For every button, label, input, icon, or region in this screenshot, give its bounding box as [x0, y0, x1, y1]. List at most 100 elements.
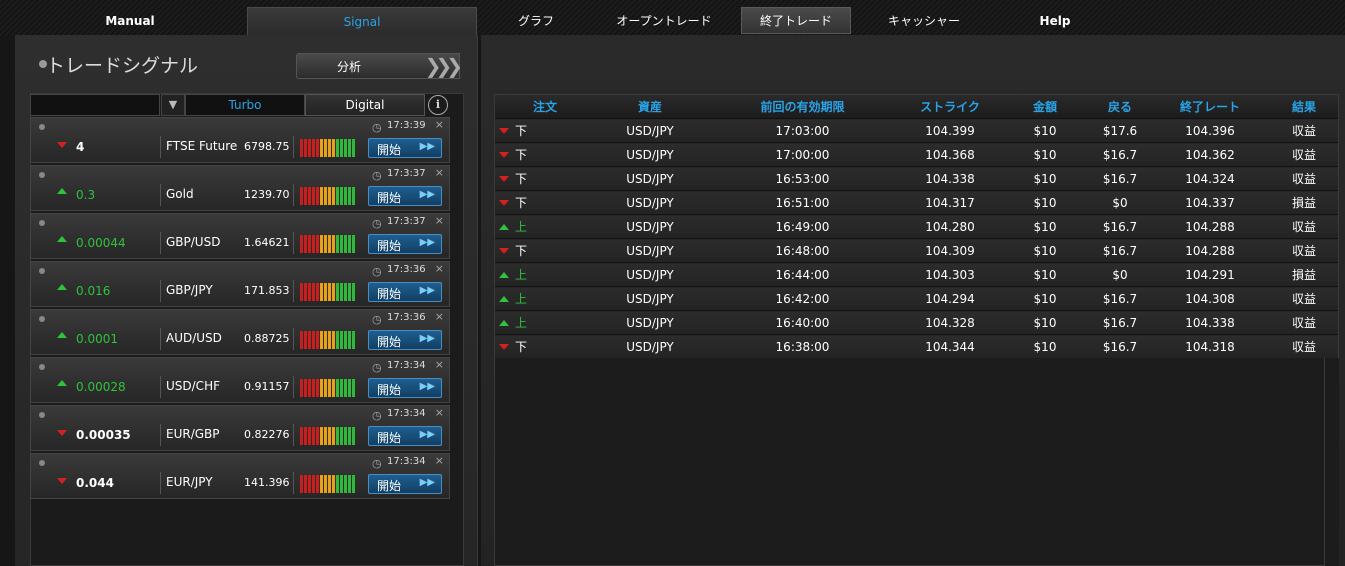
strength-bar — [348, 331, 351, 349]
clock-icon: ◷ — [372, 409, 382, 422]
close-icon[interactable]: × — [435, 214, 444, 227]
tab-turbo[interactable]: Turbo — [185, 94, 305, 116]
start-button[interactable]: 開始 ▶▶ — [368, 330, 442, 350]
cell-return: $0 — [1090, 262, 1150, 287]
caret-down-icon[interactable]: ▼ — [161, 94, 185, 116]
strength-bar — [324, 187, 327, 205]
strength-bar — [328, 235, 331, 253]
strength-bar — [332, 475, 335, 493]
strength-bar — [308, 283, 311, 301]
strength-bar — [304, 427, 307, 445]
signal-time: 17:3:36 — [387, 312, 426, 323]
signal-asset: FTSE Future — [166, 139, 238, 153]
tab-signal[interactable]: Signal — [247, 7, 477, 35]
asset-filter-select[interactable] — [30, 94, 160, 116]
start-label: 開始 — [377, 335, 402, 349]
cell-order: 下 — [495, 118, 595, 143]
close-icon[interactable]: × — [435, 454, 444, 467]
strength-bar — [340, 187, 343, 205]
cell-return: $16.7 — [1090, 166, 1150, 191]
tab-digital[interactable]: Digital — [305, 94, 425, 116]
close-icon[interactable]: × — [435, 406, 444, 419]
strength-bar — [300, 187, 303, 205]
col-return: 戻る — [1090, 95, 1150, 119]
divider — [293, 136, 294, 158]
signal-strength-meter — [300, 139, 355, 157]
start-button[interactable]: 開始 ▶▶ — [368, 186, 442, 206]
strength-bar — [304, 283, 307, 301]
close-icon[interactable]: × — [435, 358, 444, 371]
close-icon[interactable]: × — [435, 166, 444, 179]
tab-manual[interactable]: Manual — [15, 8, 245, 34]
strength-bar — [320, 427, 323, 445]
strength-bar — [304, 331, 307, 349]
strength-bar — [336, 379, 339, 397]
close-icon[interactable]: × — [435, 118, 444, 131]
cell-return: $16.7 — [1090, 214, 1150, 239]
arrow-down-icon — [57, 430, 67, 436]
signal-price: 0.91157 — [244, 380, 290, 393]
cell-expiry: 16:40:00 — [705, 310, 900, 335]
strength-bar — [316, 187, 319, 205]
order-direction: 下 — [515, 244, 528, 258]
col-order: 注文 — [495, 95, 595, 119]
clock-icon: ◷ — [372, 457, 382, 470]
strength-bar — [344, 235, 347, 253]
strength-bar — [312, 235, 315, 253]
cell-return: $16.7 — [1090, 334, 1150, 358]
strength-bar — [312, 139, 315, 157]
strength-bar — [348, 139, 351, 157]
cell-expiry: 17:03:00 — [705, 118, 900, 143]
table-row: 上 USD/JPY 16:42:00 104.294 $10 $16.7 104.308 収益 — [495, 286, 1338, 311]
strength-bar — [332, 187, 335, 205]
strength-bar — [332, 379, 335, 397]
signal-row: × ◷ 17:3:34 0.00028 USD/CHF 0.91157 開始 ▶▶ — [30, 357, 450, 403]
close-icon[interactable]: × — [435, 262, 444, 275]
status-dot — [39, 268, 45, 274]
double-arrow-right-icon: ▶▶ — [419, 189, 435, 200]
strength-bar — [352, 283, 355, 301]
strength-bar — [324, 139, 327, 157]
divider — [293, 472, 294, 494]
tab-open-trades[interactable]: オープントレード — [605, 8, 723, 34]
tab-help[interactable]: Help — [1020, 8, 1090, 34]
clock-icon: ◷ — [372, 313, 382, 326]
strength-bar — [336, 331, 339, 349]
double-arrow-right-icon: ▶▶ — [419, 333, 435, 344]
start-button[interactable]: 開始 ▶▶ — [368, 426, 442, 446]
signal-change: 0.044 — [76, 476, 114, 490]
status-dot — [39, 220, 45, 226]
strength-bar — [344, 139, 347, 157]
start-button[interactable]: 開始 ▶▶ — [368, 282, 442, 302]
strength-bar — [316, 379, 319, 397]
start-button[interactable]: 開始 ▶▶ — [368, 234, 442, 254]
cell-expiry: 16:48:00 — [705, 238, 900, 263]
strength-bar — [336, 187, 339, 205]
strength-bar — [328, 187, 331, 205]
cell-expiry: 16:44:00 — [705, 262, 900, 287]
start-button[interactable]: 開始 ▶▶ — [368, 378, 442, 398]
divider — [160, 328, 161, 350]
analyze-button[interactable]: 分析 ❯❯❯ — [296, 53, 463, 79]
strength-bar — [348, 475, 351, 493]
strength-bar — [304, 475, 307, 493]
tab-closed-trades[interactable]: 終了トレード — [741, 7, 851, 34]
divider — [293, 232, 294, 254]
table-scrollbar[interactable] — [1324, 358, 1339, 566]
start-button[interactable]: 開始 ▶▶ — [368, 138, 442, 158]
close-icon[interactable]: × — [435, 310, 444, 323]
strength-bar — [316, 427, 319, 445]
strength-bar — [300, 235, 303, 253]
table-row: 下 USD/JPY 17:00:00 104.368 $10 $16.7 104.362 収益 — [495, 142, 1338, 167]
strength-bar — [328, 283, 331, 301]
cell-close-rate: 104.318 — [1150, 334, 1270, 358]
arrow-up-icon — [57, 236, 67, 242]
arrow-down-icon — [57, 478, 67, 484]
strength-bar — [312, 187, 315, 205]
strength-bar — [340, 235, 343, 253]
start-button[interactable]: 開始 ▶▶ — [368, 474, 442, 494]
tab-chart[interactable]: グラフ — [490, 8, 582, 34]
tab-cashier[interactable]: キャッシャー — [872, 8, 976, 34]
info-icon[interactable]: i — [428, 95, 448, 115]
strength-bar — [344, 331, 347, 349]
